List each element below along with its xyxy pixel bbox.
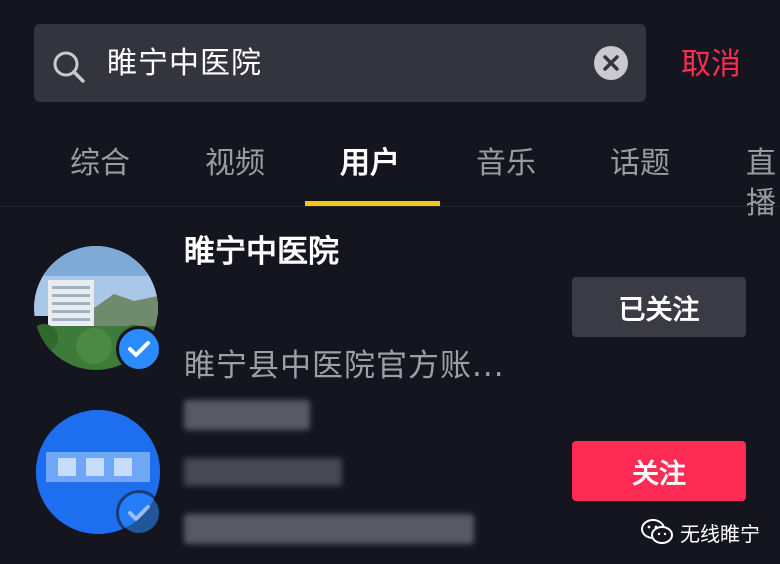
wechat-icon — [641, 519, 673, 544]
user-name[interactable]: 睢宁中医院 — [184, 232, 339, 272]
close-icon — [603, 55, 619, 71]
tab-live[interactable]: 直播 — [746, 144, 780, 224]
verified-badge-icon — [116, 490, 162, 536]
blurred-follower-count — [184, 458, 342, 486]
clear-search-button[interactable] — [594, 46, 628, 80]
cancel-button[interactable]: 取消 — [681, 46, 741, 84]
tab-videos[interactable]: 视频 — [205, 144, 265, 184]
watermark-text: 无线睢宁 — [680, 521, 760, 546]
search-icon — [53, 51, 85, 83]
follow-button[interactable]: 关注 — [572, 441, 746, 501]
user-description: 睢宁县中医院官方账... — [184, 348, 505, 384]
following-button[interactable]: 已关注 — [572, 277, 746, 337]
tab-users[interactable]: 用户 — [340, 144, 400, 184]
blurred-user-description — [184, 514, 474, 544]
tab-topics[interactable]: 话题 — [610, 144, 670, 184]
verified-badge-icon — [116, 326, 162, 372]
tab-music[interactable]: 音乐 — [476, 144, 536, 184]
tab-comprehensive[interactable]: 综合 — [70, 144, 130, 184]
blurred-user-name — [184, 400, 310, 430]
watermark: 无线睢宁 — [640, 514, 760, 550]
search-query-text[interactable]: 睢宁中医院 — [107, 42, 262, 86]
divider — [0, 206, 780, 207]
